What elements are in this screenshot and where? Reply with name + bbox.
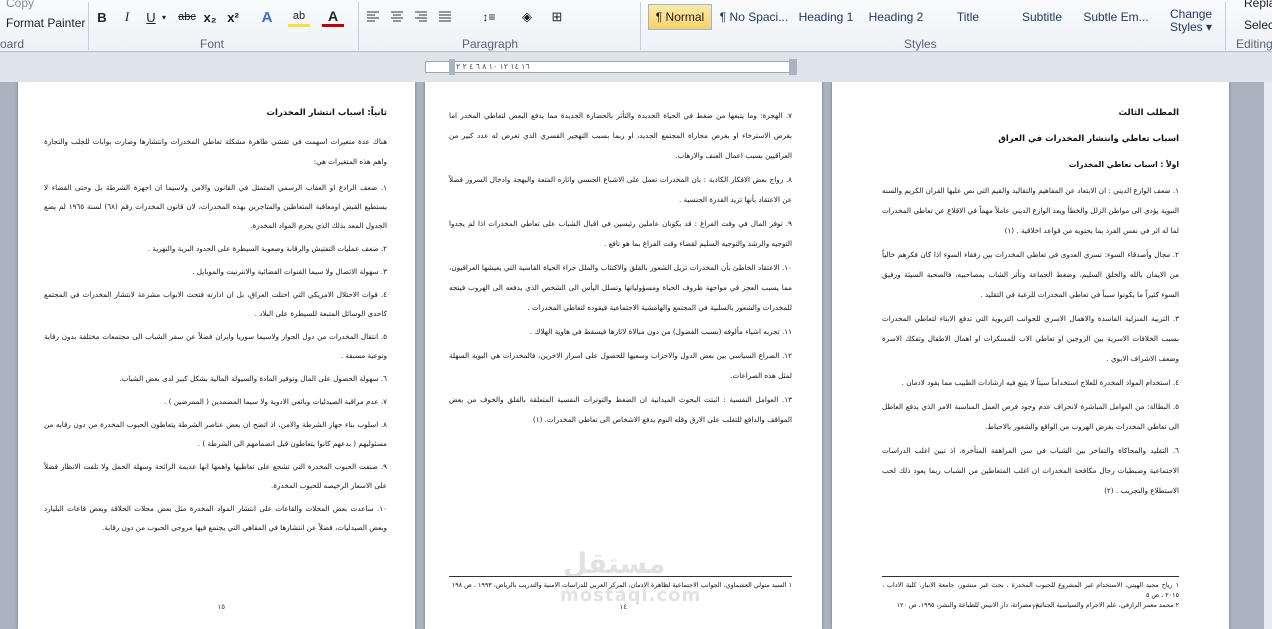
paragraph-group-label: Paragraph <box>462 37 519 51</box>
right-indent-marker[interactable] <box>789 59 797 75</box>
page-number: ١٣ <box>1031 603 1039 611</box>
section-heading: المطلب الثالث <box>1118 108 1179 118</box>
watermark-logo: مستقل <box>563 547 666 580</box>
separator <box>1225 2 1226 50</box>
bold-button[interactable]: B <box>94 7 110 27</box>
vertical-scrollbar[interactable] <box>1264 82 1272 629</box>
list-item: ٨. اسلوب بناء جهاز الشرطة والامن، اذ اتض… <box>44 420 387 448</box>
subscript-button[interactable]: x₂ <box>202 7 218 27</box>
font-group-label: Font <box>200 37 225 51</box>
format-painter-button[interactable]: Format Painter <box>6 16 85 30</box>
list-item: ٧. عدم مراقبة الصيدليات وبائعي الادوية و… <box>164 397 387 406</box>
styles-group-label: Styles <box>904 37 937 51</box>
separator <box>358 2 359 50</box>
highlight-color-icon[interactable]: ab <box>288 7 310 27</box>
ruler: ١٦ ١٤ ١٢ ١٠ ٨ ٦ ٤ ٢ ٢ <box>0 52 1272 82</box>
footnote: ١ رياح مجيد الهيتي، الاستخدام غير المشرو… <box>882 581 1179 599</box>
intro-paragraph: هناك عدة متغيرات اسهمت في تفشي ظاهرة مشك… <box>44 137 387 166</box>
line-spacing-icon[interactable]: ↕≡ <box>478 7 500 27</box>
style-title[interactable]: Title <box>936 4 1000 30</box>
clipboard-group-label: oard <box>0 37 25 51</box>
superscript-button[interactable]: x² <box>225 7 241 27</box>
subsection-title: اولاً : اسباب تعاطي المخدرات <box>1068 160 1179 169</box>
document-canvas[interactable]: المطلب الثالث اسباب تعاطي وانتشار المخدر… <box>0 82 1272 629</box>
style-subtitle[interactable]: Subtitle <box>1010 4 1074 30</box>
list-item: ٩. صنفت الحبوب المخدرة التي تشجع على تعا… <box>44 462 387 490</box>
separator <box>640 2 641 50</box>
list-item: ٧. الهجرة: وما يتبعها من ضغط في الحياة ا… <box>449 111 792 160</box>
select-button[interactable]: Selec <box>1244 18 1272 32</box>
borders-icon[interactable]: ⊞ <box>546 7 568 27</box>
style-heading-1[interactable]: Heading 1 <box>794 4 858 30</box>
list-item: ١٢. الصراع السياسي بين بعض الدول والاحزا… <box>449 351 792 380</box>
list-item: ٤. استخدام المواد المخدرة للعلاج استخدام… <box>901 378 1179 387</box>
list-item: ١١. تجربه اشياء مألوفه (بسبب الفضول) من … <box>530 327 792 336</box>
style-heading-2[interactable]: Heading 2 <box>864 4 928 30</box>
list-item: ٩. توفر المال في وقت الفراغ : قد يكونان … <box>449 219 792 248</box>
separator <box>88 2 89 50</box>
page-13[interactable]: المطلب الثالث اسباب تعاطي وانتشار المخدر… <box>832 82 1229 629</box>
replace-button[interactable]: Repla <box>1244 0 1272 10</box>
watermark-text: mostaql.com <box>560 585 702 606</box>
list-item: ٦. التقليد والمحاكاة والتفاخر بين الشباب… <box>882 446 1179 495</box>
font-color-icon[interactable]: A <box>322 7 344 27</box>
underline-dropdown-icon[interactable]: ▾ <box>159 7 169 27</box>
change-styles-button[interactable]: Change Styles ▾ <box>1170 8 1218 34</box>
list-item: ١٠. الاعتقاد الخاطئ بأن المخدرات تزيل ال… <box>449 263 792 312</box>
copy-button[interactable]: Copy <box>6 0 34 10</box>
editing-group-label: Editing <box>1236 37 1272 51</box>
underline-button[interactable]: U <box>143 7 159 27</box>
left-indent-marker[interactable] <box>449 59 455 75</box>
paragraph-align-icons[interactable] <box>365 9 475 25</box>
ribbon: Copy Format Painter oard B I U ▾ abc x₂ … <box>0 0 1272 52</box>
list-item: ١٠. ساعدت بعض المحلات والقاعات على انتشا… <box>44 504 387 532</box>
list-item: ٥. انتقال المخدرات من دول الجوار ولاسيما… <box>44 332 387 360</box>
list-item: ١٣. العوامل النفسية : اثبتت البحوث الميد… <box>449 395 792 424</box>
list-item: ٤. قوات الاحتلال الامريكي التي احتلت الع… <box>44 290 387 318</box>
list-item: ١. ضعف الرادع او العقاب الرسمي المتمثل ف… <box>44 183 387 230</box>
list-item: ٥. البطالة: من العوامل المباشرة لانحراف … <box>882 402 1179 431</box>
list-item: ٦. سهولة الحصول على المال وتوفير المادة … <box>119 374 387 383</box>
list-item: ٢. مجال وأصدقاء السوء: تسري العدوى في تع… <box>882 250 1179 299</box>
shading-icon[interactable]: ◈ <box>516 7 538 27</box>
italic-button[interactable]: I <box>119 7 135 27</box>
list-item: ٢. ضعف عمليات التفتيش والرقابة وصعوبة ال… <box>147 244 387 253</box>
style-no-spacing[interactable]: ¶ No Spaci... <box>718 4 790 30</box>
section-title: ثانياً: اسباب انتشار المخدرات <box>266 108 388 118</box>
section-title: اسباب تعاطي وانتشار المخدرات في العراق <box>998 134 1179 144</box>
style-subtle-emphasis[interactable]: Subtle Em... <box>1080 4 1152 30</box>
list-item: ٨. رواج بعض الافكار الكاذبة : بان المخدر… <box>449 175 792 204</box>
text-effects-icon[interactable]: A <box>256 7 278 27</box>
list-item: ٣. التربية المنزلية الفاسدة والاهمال الا… <box>882 314 1179 363</box>
style-normal[interactable]: ¶ Normal <box>648 4 712 30</box>
strikethrough-button[interactable]: abc <box>176 7 198 27</box>
page-15[interactable]: ثانياً: اسباب انتشار المخدرات هناك عدة م… <box>18 82 415 629</box>
list-item: ٣. سهولة الاتصال ولا سيما القنوات الفضائ… <box>192 267 387 276</box>
list-item: ١. ضعف الوازع الديني : ان الابتعاد عن ال… <box>882 186 1179 235</box>
ruler-scale[interactable]: ١٦ ١٤ ١٢ ١٠ ٨ ٦ ٤ ٢ ٢ <box>425 61 797 73</box>
page-number: ١٥ <box>217 603 225 611</box>
